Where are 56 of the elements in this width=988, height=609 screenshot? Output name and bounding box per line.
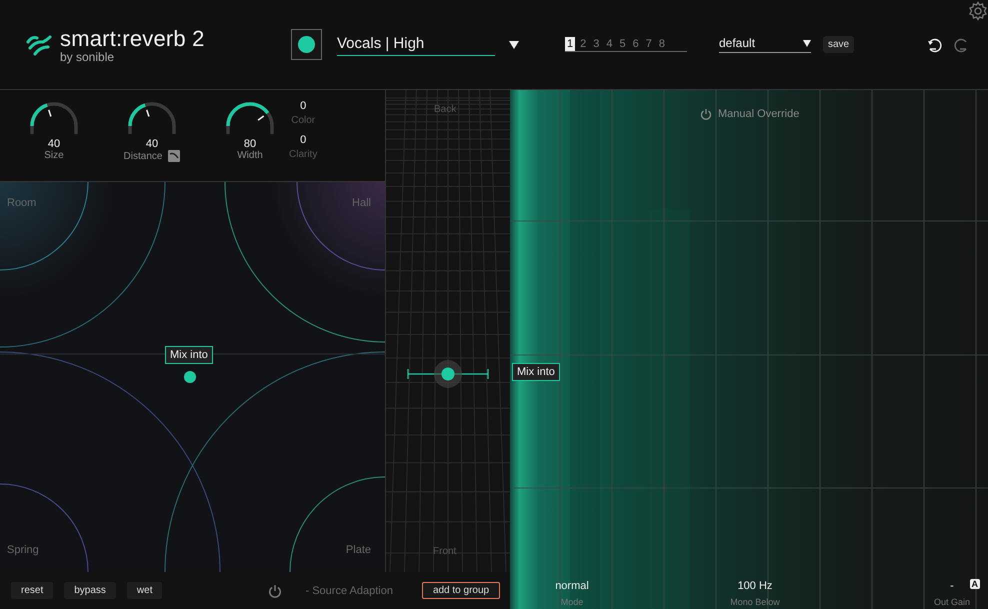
preset-field[interactable]: Vocals | High [337, 33, 495, 56]
room-type-label: Room [7, 197, 36, 209]
footer-button[interactable]: bypass [64, 582, 116, 599]
knob-value: 40 [48, 138, 60, 150]
slot-tab[interactable]: 5 [618, 37, 628, 51]
knob-value: 80 [244, 138, 256, 150]
parameter-value[interactable]: 0 [300, 100, 306, 112]
knob-value: 40 [146, 138, 158, 150]
color-button[interactable] [291, 29, 322, 60]
readout-label: Out Gain [934, 597, 970, 607]
slot-tab[interactable]: 4 [604, 37, 614, 51]
parameter-label: Clarity [289, 149, 318, 160]
readout-value[interactable]: normal [555, 580, 589, 592]
vendor-name: by sonible [60, 50, 116, 62]
readout-label: Mode [560, 597, 584, 607]
save-button[interactable]: save [823, 36, 854, 53]
mix-into-tag: Mix into [512, 363, 560, 382]
footer-button[interactable]: reset [11, 582, 54, 599]
room-type-label: Hall [352, 197, 371, 209]
readout-value[interactable]: - [950, 580, 954, 592]
back-label: Back [434, 104, 456, 115]
readout-label: Mono Below [730, 597, 780, 607]
manual-override-label[interactable]: Manual Override [718, 108, 800, 120]
knob[interactable] [226, 100, 274, 136]
position-handle[interactable] [184, 371, 196, 383]
knob[interactable] [128, 100, 176, 136]
source-adaption-label: - Source Adaption [305, 584, 393, 596]
slot-tab[interactable]: 6 [630, 37, 641, 51]
slot-tab[interactable]: 3 [591, 37, 602, 51]
knob-label: Distance [124, 150, 162, 162]
logo-icon [26, 32, 52, 56]
add-to-group-button[interactable]: add to group [422, 582, 500, 599]
slot-tab[interactable]: 2 [578, 37, 588, 51]
curve-icon[interactable] [168, 150, 180, 162]
front-label: Front [433, 546, 456, 557]
profile-dropdown[interactable]: default [719, 36, 811, 53]
power-icon[interactable] [700, 108, 712, 120]
room-type-label: Plate [346, 544, 371, 556]
readout-value[interactable]: 100 Hz [738, 580, 772, 592]
power-icon[interactable] [268, 584, 282, 598]
parameter-value[interactable]: 0 [300, 134, 306, 146]
slot-tab[interactable]: 8 [656, 37, 667, 51]
product-name: smart:reverb 2 [60, 26, 205, 50]
knob[interactable] [30, 100, 78, 136]
footer-button[interactable]: wet [126, 582, 162, 599]
knob-label: Size [44, 150, 64, 161]
depth-slider-handle[interactable] [406, 359, 490, 390]
parameter-label: Color [291, 115, 316, 126]
mix-into-tag: Mix into [165, 346, 213, 364]
knob-label: Width [237, 150, 263, 161]
slot-tab[interactable]: 7 [644, 37, 654, 51]
auto-badge[interactable]: A [970, 579, 980, 589]
settings-icon[interactable] [968, 1, 988, 21]
dropdown-caret-icon[interactable] [509, 40, 519, 48]
room-type-label: Spring [7, 544, 39, 556]
slot-tab[interactable]: 1 [565, 37, 576, 51]
